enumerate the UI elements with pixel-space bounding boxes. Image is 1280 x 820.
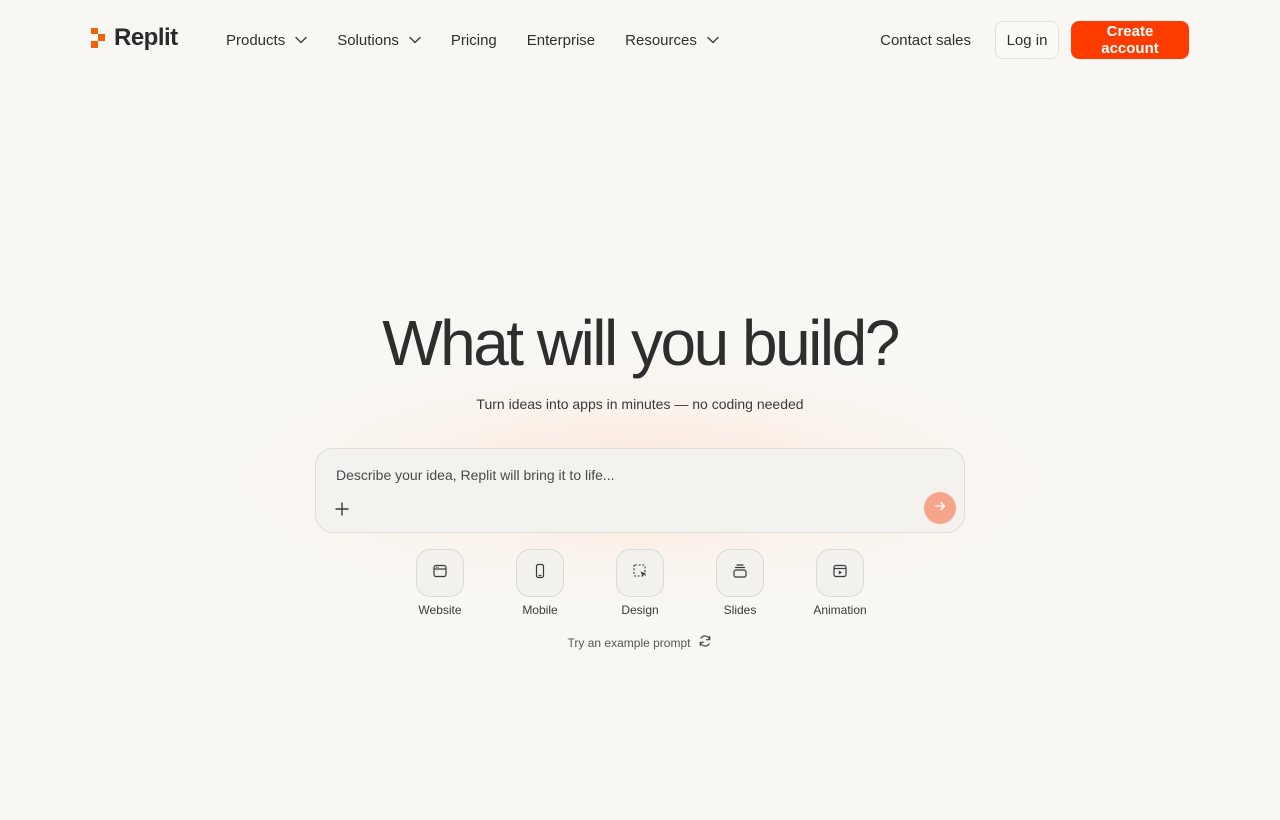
type-label: Animation [813, 603, 867, 617]
type-label: Website [418, 603, 462, 617]
type-label: Mobile [522, 603, 558, 617]
send-button[interactable] [924, 492, 956, 524]
nav-item-label: Resources [625, 31, 697, 49]
prompt-input[interactable] [334, 463, 934, 487]
project-type-list: Website Mobile Design Slides Animation [400, 549, 880, 617]
log-in-button[interactable]: Log in [995, 21, 1059, 59]
nav-item-label: Products [226, 31, 286, 49]
type-button[interactable] [816, 549, 864, 597]
brand-name: Replit [114, 24, 178, 51]
nav-item-solutions[interactable]: Solutions [337, 29, 421, 51]
type-slides[interactable]: Slides [700, 549, 780, 617]
nav-item-label: Enterprise [526, 31, 596, 49]
nav-item-pricing[interactable]: Pricing [451, 29, 497, 51]
type-label: Design [621, 603, 659, 617]
example-prompt-label: Try an example prompt [567, 635, 691, 650]
type-button[interactable] [416, 549, 464, 597]
nav-item-products[interactable]: Products [226, 29, 307, 51]
hero-subtitle: Turn ideas into apps in minutes — no cod… [476, 396, 804, 412]
chevron-down-icon [295, 36, 307, 44]
nav-item-resources[interactable]: Resources [625, 29, 719, 51]
header-actions: Contact sales Log in Create account [880, 21, 1189, 59]
type-button[interactable] [716, 549, 764, 597]
video-play-icon [832, 563, 848, 584]
main-nav: Products Solutions Pricing Enterprise Re… [226, 29, 719, 51]
contact-sales-link[interactable]: Contact sales [880, 32, 971, 49]
nav-item-label: Solutions [337, 31, 399, 49]
chevron-down-icon [409, 36, 421, 44]
phone-icon [532, 563, 548, 584]
type-animation[interactable]: Animation [800, 549, 880, 617]
example-prompt-row: Try an example prompt [0, 634, 1280, 651]
nav-item-label: Pricing [450, 31, 497, 49]
browser-window-icon [432, 563, 448, 584]
plus-icon[interactable] [332, 499, 352, 519]
hero-title: What will you build? [382, 307, 900, 379]
type-mobile[interactable]: Mobile [500, 549, 580, 617]
chevron-down-icon [707, 36, 719, 44]
type-button[interactable] [616, 549, 664, 597]
type-button[interactable] [516, 549, 564, 597]
nav-item-enterprise[interactable]: Enterprise [527, 29, 595, 51]
arrow-right-icon [934, 499, 946, 517]
stacked-slides-icon [732, 563, 748, 584]
type-website[interactable]: Website [400, 549, 480, 617]
prompt-box [315, 448, 965, 533]
refresh-icon [698, 634, 712, 651]
create-account-button[interactable]: Create account [1071, 21, 1189, 59]
type-label: Slides [723, 603, 757, 617]
replit-logo-icon [90, 27, 106, 49]
type-design[interactable]: Design [600, 549, 680, 617]
try-example-prompt-button[interactable]: Try an example prompt [568, 634, 713, 651]
replit-logo[interactable]: Replit [90, 24, 178, 52]
dashed-select-cursor-icon [632, 563, 648, 584]
site-header: Replit Products Solutions Pricing Enterp… [0, 0, 1280, 80]
